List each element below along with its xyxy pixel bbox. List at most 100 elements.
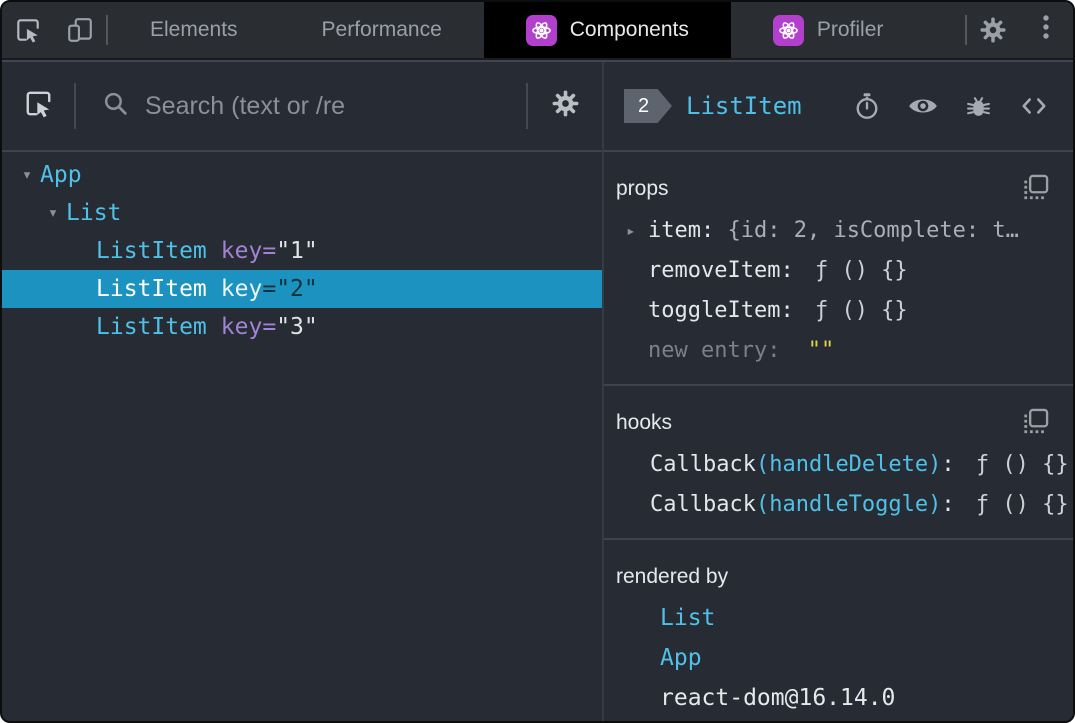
prop-value: {id: 2, isComplete: t… <box>727 217 1019 243</box>
props-section-label: props <box>616 177 669 200</box>
more-options-button[interactable] <box>1019 2 1073 58</box>
component-inspector-panel: 2 ListItem props ▸ item: {id: 2, isComp… <box>604 62 1073 721</box>
kebab-menu-icon <box>1041 13 1051 48</box>
tab-label: Components <box>569 18 689 41</box>
tree-row-list[interactable]: ▾ List <box>2 194 602 232</box>
prop-row-removeitem[interactable]: removeItem: ƒ () {} <box>604 250 1073 290</box>
tab-elements[interactable]: Elements <box>108 2 280 58</box>
expand-arrow-icon[interactable]: ▸ <box>626 221 648 240</box>
eye-icon <box>908 91 938 121</box>
key-attribute: key <box>220 238 263 264</box>
prop-separator: : <box>767 337 794 363</box>
tab-label: Profiler <box>816 18 884 41</box>
view-source-button[interactable] <box>1019 92 1049 120</box>
prop-row-toggleitem[interactable]: toggleItem: ƒ () {} <box>604 290 1073 330</box>
props-section: props ▸ item: {id: 2, isComplete: t… re… <box>604 152 1073 386</box>
react-devtools-window: Elements Performance Components Profiler… <box>0 0 1075 723</box>
expand-arrow-icon[interactable]: ▾ <box>14 165 40 185</box>
expand-arrow-icon[interactable]: ▾ <box>40 203 66 223</box>
prop-name: removeItem <box>648 257 781 283</box>
prop-name: toggleItem <box>648 297 781 323</box>
copy-hooks-button[interactable] <box>1021 408 1051 438</box>
hook-row-handletoggle[interactable]: Callback (handleToggle): ƒ () {} <box>604 484 1073 524</box>
code-brackets-icon <box>1019 92 1049 120</box>
key-attribute: key <box>220 276 263 302</box>
prop-name: item <box>648 217 701 243</box>
inspect-cursor-icon <box>23 88 54 124</box>
prop-separator: : <box>780 297 807 323</box>
hook-name: Callback <box>650 491 756 517</box>
copy-icon <box>1022 173 1050 206</box>
select-element-button[interactable] <box>2 88 74 124</box>
component-name: ListItem <box>96 276 207 302</box>
copy-props-button[interactable] <box>1021 174 1051 204</box>
suspend-component-button[interactable] <box>853 92 881 120</box>
component-tree-panel: ▾ App ▾ List ListItemkey="1" ListItemkey… <box>2 62 602 721</box>
prop-row-item[interactable]: ▸ item: {id: 2, isComplete: t… <box>604 210 1073 250</box>
component-name: List <box>66 200 122 226</box>
rendered-by-owner-list[interactable]: List <box>604 598 1073 638</box>
key-attribute: key <box>220 314 263 340</box>
components-panel: ▾ App ▾ List ListItemkey="1" ListItemkey… <box>2 60 1073 721</box>
component-name: ListItem <box>96 238 207 264</box>
device-toolbar-icon <box>66 16 94 44</box>
tree-row-listitem-2-selected[interactable]: ListItem key = "2" <box>2 270 602 308</box>
hook-name: Callback <box>650 451 756 477</box>
inspect-dom-button[interactable] <box>908 91 938 121</box>
hooks-section-label: hooks <box>616 411 673 434</box>
react-icon <box>525 14 557 46</box>
tab-components[interactable]: Components <box>483 2 731 58</box>
new-entry-value[interactable]: "" <box>808 338 835 363</box>
tab-profiler[interactable]: Profiler <box>731 2 926 58</box>
key-value: "2" <box>276 276 318 302</box>
inspect-element-button[interactable] <box>2 2 54 58</box>
rendered-by-label: rendered by <box>616 565 729 588</box>
stopwatch-icon <box>853 92 881 120</box>
new-entry-name[interactable]: new entry <box>648 338 767 363</box>
rendered-by-renderer-version: react-dom@16.14.0 <box>660 685 896 711</box>
key-value: "1" <box>276 238 318 264</box>
tab-performance[interactable]: Performance <box>280 2 484 58</box>
rendered-by-section: rendered by List App react-dom@16.14.0 <box>604 540 1073 721</box>
gear-icon <box>978 15 1008 45</box>
tree-row-app[interactable]: ▾ App <box>2 156 602 194</box>
hook-value: ƒ () {} <box>975 491 1069 517</box>
inspector-sections: props ▸ item: {id: 2, isComplete: t… re… <box>604 152 1073 721</box>
key-badge: 2 <box>624 89 672 123</box>
component-name: App <box>40 162 82 188</box>
bug-icon <box>965 93 992 120</box>
tree-row-listitem-1[interactable]: ListItem key = "1" <box>2 232 602 270</box>
hook-value: ƒ () {} <box>975 451 1069 477</box>
component-name: ListItem <box>96 314 207 340</box>
search-icon <box>102 90 129 122</box>
devtools-settings-button[interactable] <box>967 2 1019 58</box>
hook-separator: : <box>941 491 968 517</box>
inspect-cursor-icon <box>14 16 42 44</box>
search-input[interactable] <box>145 91 526 121</box>
prop-separator: : <box>780 257 807 283</box>
rendered-by-owner-app[interactable]: App <box>604 638 1073 678</box>
log-to-console-button[interactable] <box>965 93 992 120</box>
device-toolbar-button[interactable] <box>54 2 106 58</box>
equals-sign: = <box>262 276 277 302</box>
prop-value: ƒ () {} <box>814 257 908 283</box>
hook-separator: : <box>941 451 968 477</box>
hooks-section: hooks Callback (handleDelete): ƒ () {} … <box>604 386 1073 540</box>
equals-sign: = <box>262 314 277 340</box>
hook-row-handledelete[interactable]: Callback (handleDelete): ƒ () {} <box>604 444 1073 484</box>
tab-label: Elements <box>150 18 238 41</box>
gear-icon <box>550 88 581 124</box>
tab-label: Performance <box>321 18 442 41</box>
tree-row-listitem-3[interactable]: ListItem key = "3" <box>2 308 602 346</box>
prop-row-new-entry[interactable]: new entry: "" <box>604 330 1073 370</box>
inspector-actions <box>853 91 1049 121</box>
react-icon <box>772 14 804 46</box>
key-value: "3" <box>276 314 318 340</box>
tree-settings-button[interactable] <box>528 88 602 124</box>
tree-toolbar <box>2 62 602 152</box>
prop-value: ƒ () {} <box>814 297 908 323</box>
hook-callback-name: (handleToggle) <box>755 491 942 517</box>
devtools-tab-bar: Elements Performance Components Profiler <box>2 2 1073 60</box>
equals-sign: = <box>262 238 277 264</box>
prop-separator: : <box>700 217 728 243</box>
